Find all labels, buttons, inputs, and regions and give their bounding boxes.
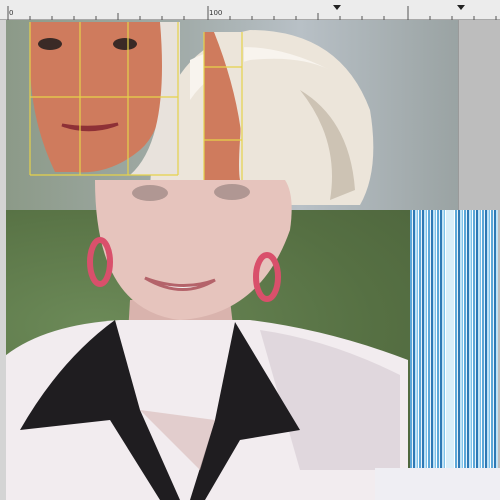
horizontal-ruler[interactable]: 0 100 <box>0 0 500 20</box>
color-stripe-swatch <box>410 210 498 468</box>
stripe-divider <box>446 210 454 468</box>
reference-face-panel[interactable] <box>6 20 458 500</box>
ruler-label-100: 100 <box>209 9 223 17</box>
image-canvas[interactable] <box>6 20 458 500</box>
ruler-label-0: 0 <box>9 9 14 17</box>
ruler-marker-icon[interactable] <box>333 5 341 10</box>
canvas-bottom-bar <box>375 468 500 500</box>
ruler-ticks <box>7 6 497 20</box>
ruler-marker-icon[interactable] <box>457 5 465 10</box>
